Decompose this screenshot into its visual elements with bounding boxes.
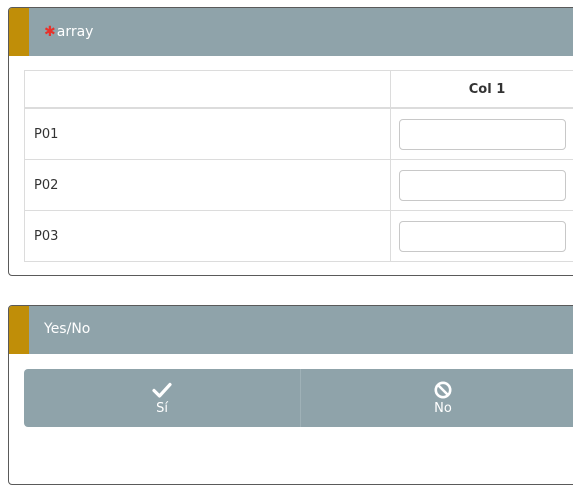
- required-asterisk: ✱: [44, 24, 56, 40]
- answer-input-p01[interactable]: [399, 119, 566, 150]
- yes-button[interactable]: Sí: [24, 369, 301, 427]
- question-title-text: array: [57, 24, 94, 40]
- yes-no-button-group: Sí No: [24, 369, 573, 427]
- question-header: ✱array: [9, 8, 573, 56]
- table-row: P02: [25, 160, 573, 211]
- question-array: ✱array Col 1 P01 P02 P03: [8, 7, 573, 276]
- answer-input-p02[interactable]: [399, 170, 566, 201]
- table-header-row: Col 1: [25, 71, 573, 109]
- column-header-blank: [25, 71, 391, 109]
- yes-label: Sí: [156, 401, 168, 416]
- checkmark-icon: [152, 381, 172, 399]
- question-title: Yes/No: [44, 320, 90, 338]
- array-table: Col 1 P01 P02 P03: [24, 70, 573, 262]
- table-cell: [391, 108, 573, 160]
- question-header: Yes/No: [9, 306, 573, 354]
- no-label: No: [434, 401, 452, 416]
- question-yes-no: Yes/No Sí No: [8, 305, 573, 485]
- table-cell: [391, 211, 573, 262]
- answer-input-p03[interactable]: [399, 221, 566, 252]
- table-cell: [391, 160, 573, 211]
- question-accent-bar: [9, 8, 29, 56]
- ban-icon: [433, 381, 453, 399]
- row-label: P01: [25, 108, 391, 160]
- row-label: P02: [25, 160, 391, 211]
- question-title: ✱array: [44, 23, 93, 41]
- no-button[interactable]: No: [301, 369, 573, 427]
- row-label: P03: [25, 211, 391, 262]
- column-header-col1: Col 1: [391, 71, 573, 109]
- question-accent-bar: [9, 306, 29, 354]
- table-row: P01: [25, 108, 573, 160]
- table-row: P03: [25, 211, 573, 262]
